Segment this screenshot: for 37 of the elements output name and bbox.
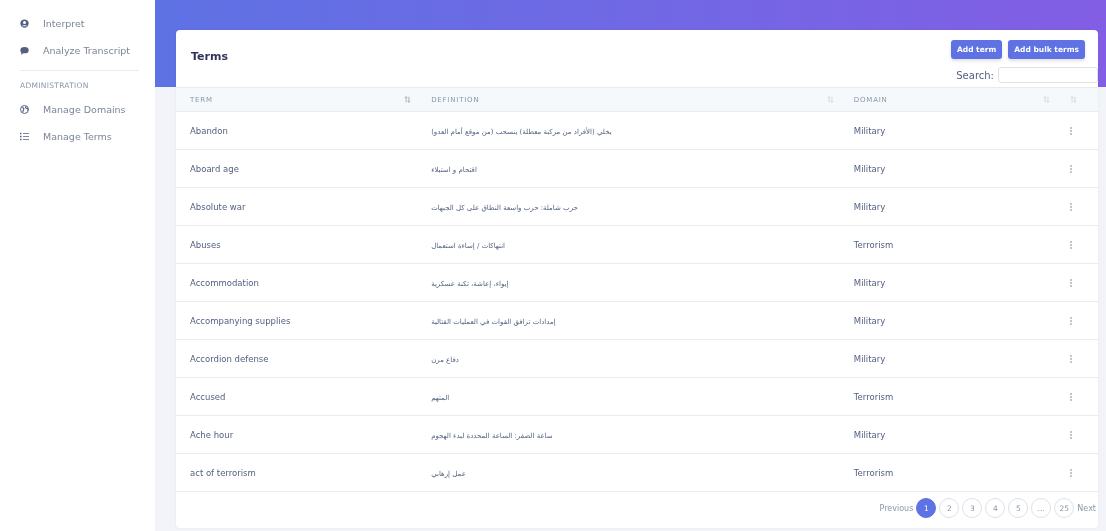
term-cell: act of terrorism xyxy=(190,467,256,478)
next-link[interactable]: Next xyxy=(1077,503,1096,513)
sort-icon[interactable] xyxy=(1070,96,1077,103)
term-cell: Accordion defense xyxy=(190,353,269,364)
term-cell: Accused xyxy=(190,391,226,402)
user-icon xyxy=(20,19,29,28)
search-field[interactable] xyxy=(998,67,1098,83)
domain-cell: Military xyxy=(853,429,886,440)
nav-item[interactable]: Analyze Transcript xyxy=(0,41,131,60)
nav-item[interactable]: Manage Terms xyxy=(0,127,112,146)
list-icon xyxy=(20,132,29,141)
domain-cell: Terrorism xyxy=(853,467,894,478)
domain-cell: Terrorism xyxy=(853,391,894,402)
term-cell: Abuses xyxy=(190,239,221,250)
search-label: Search: xyxy=(956,69,994,81)
term-cell: Accompanying supplies xyxy=(190,315,291,326)
chat-bubble-icon xyxy=(20,46,29,55)
term-cell: Ache hour xyxy=(190,429,234,440)
sort-icon[interactable] xyxy=(826,96,834,103)
sort-icon[interactable] xyxy=(1043,96,1050,103)
term-cell: Aboard age xyxy=(190,163,239,174)
domain-cell: Military xyxy=(853,163,886,174)
domain-cell: Military xyxy=(853,315,886,326)
term-cell: Abandon xyxy=(190,125,228,136)
domain-cell: Military xyxy=(853,125,886,136)
sort-icon[interactable] xyxy=(404,96,412,103)
globe-icon xyxy=(20,105,29,114)
domain-cell: Military xyxy=(853,201,886,212)
domain-cell: Military xyxy=(853,353,886,364)
card-title: Terms xyxy=(191,50,228,65)
domain-cell: Military xyxy=(853,277,886,288)
domain-cell: Terrorism xyxy=(853,239,894,250)
term-cell: Accommodation xyxy=(190,277,259,288)
term-cell: Absolute war xyxy=(190,201,246,212)
nav-item[interactable]: Interpret xyxy=(0,14,85,33)
previous-link[interactable]: Previous xyxy=(879,503,914,513)
nav-item[interactable]: Manage Domains xyxy=(0,100,126,119)
